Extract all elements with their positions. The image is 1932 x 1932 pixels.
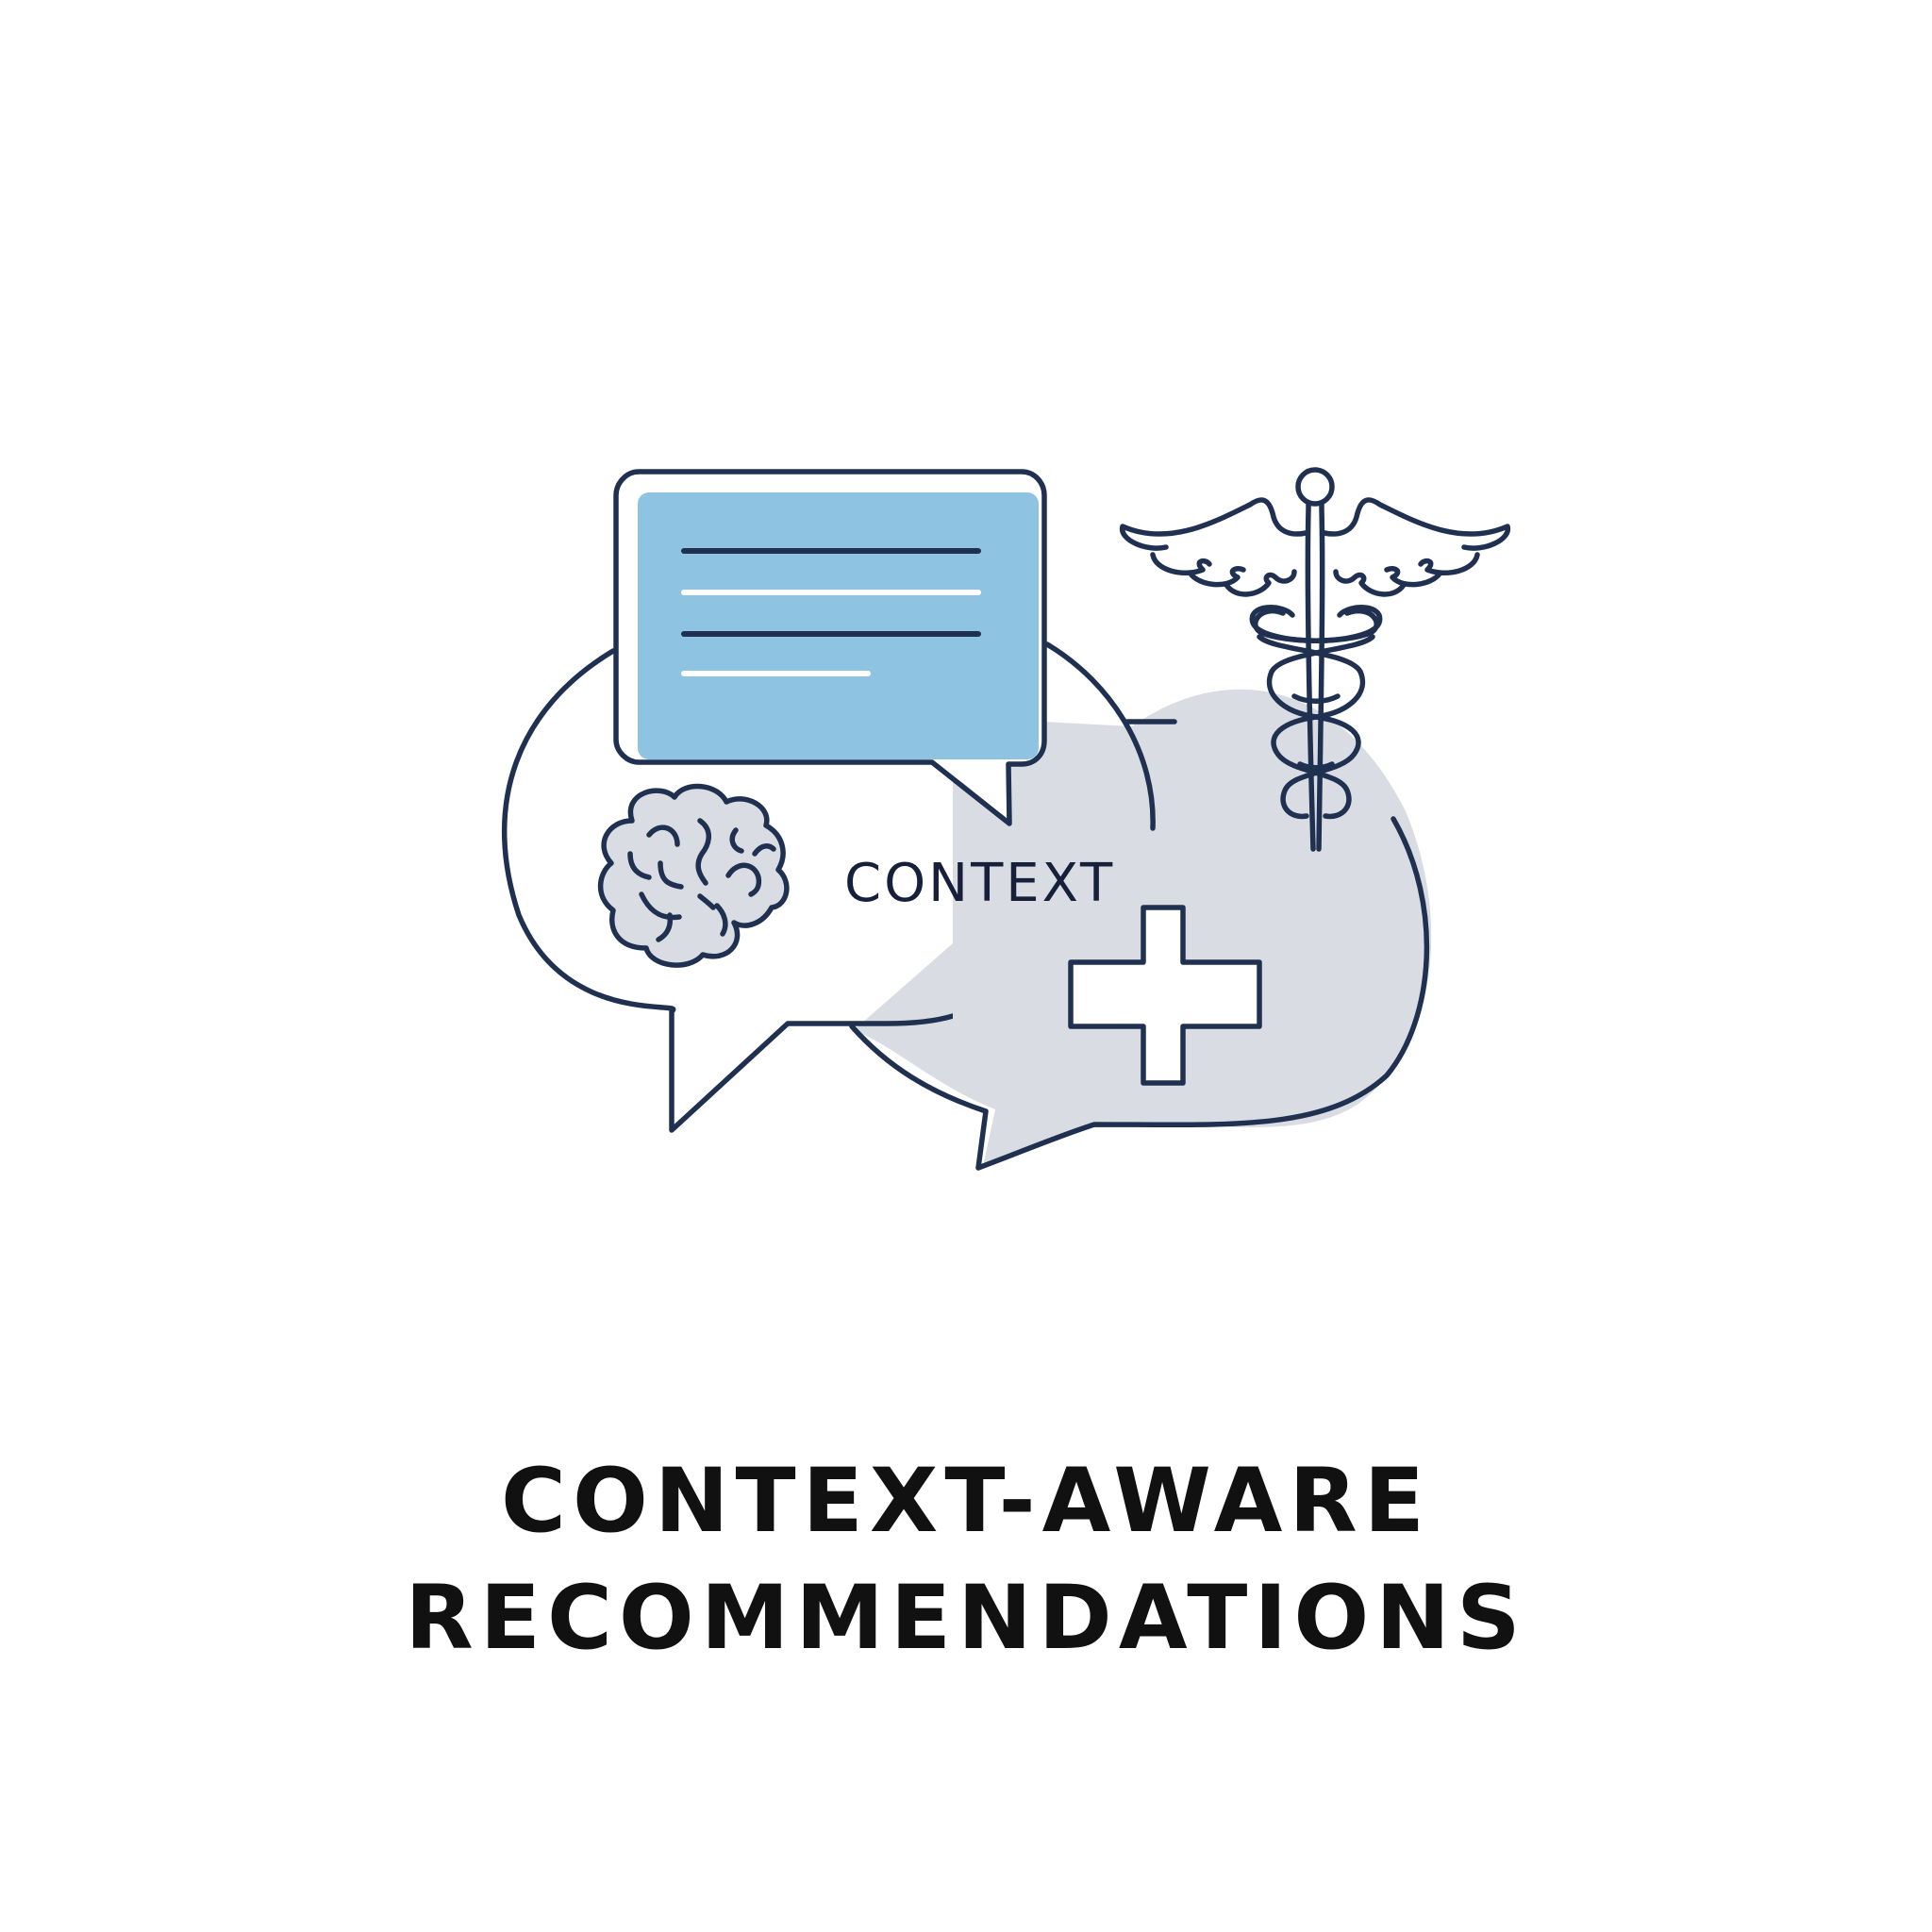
context-label: CONTEXT [844,853,1115,914]
brain-icon [597,783,790,968]
headline-line-1: CONTEXT-AWARE [500,1450,1432,1553]
headline: CONTEXT-AWARE RECOMMENDATIONS [0,1443,1932,1677]
headline-line-2: RECOMMENDATIONS [405,1567,1527,1670]
chat-message-icon [613,469,1047,826]
